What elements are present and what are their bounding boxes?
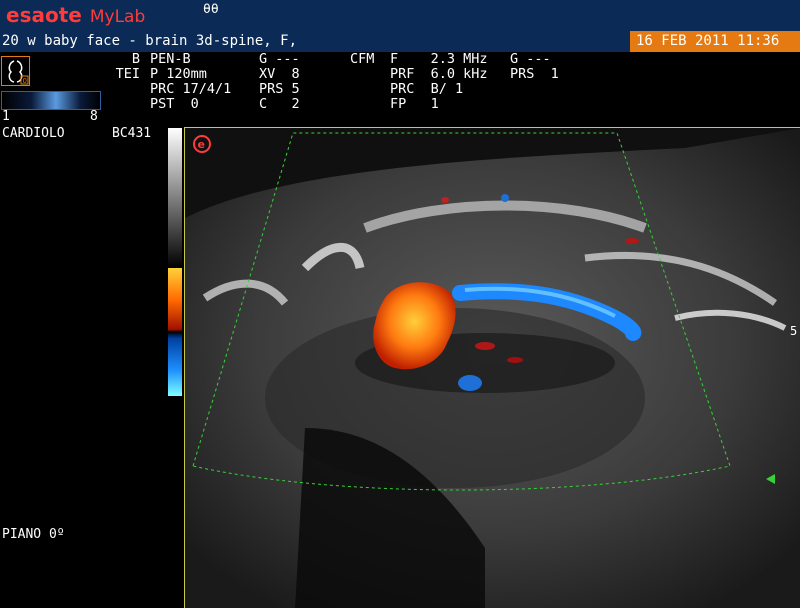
- ultrasound-scan: e: [185, 128, 800, 608]
- param: G ---: [510, 51, 551, 67]
- param: PRS 5: [259, 81, 300, 97]
- param: P 120mm: [150, 66, 207, 82]
- fetus-probe-icon: 0: [1, 56, 30, 86]
- param: PEN-B: [150, 51, 191, 67]
- scale-high: 8: [90, 109, 98, 124]
- params-col-cfm-gain: G --- PRS 1: [510, 52, 559, 82]
- param: PRC 17/4/1: [150, 81, 232, 97]
- param: PRF 6.0 kHz: [390, 66, 488, 82]
- plane-angle: PIANO 0º: [2, 527, 65, 542]
- params-col-mode: B TEI: [110, 52, 140, 82]
- param: TEI: [115, 66, 140, 82]
- probe-name: CARDIOLO: [2, 126, 65, 141]
- grayscale-bar: [168, 128, 182, 268]
- brand-logo: esaote MyLab: [6, 3, 145, 27]
- param: G ---: [259, 51, 300, 67]
- svg-text:e: e: [198, 138, 205, 151]
- ultrasound-image: e: [184, 127, 800, 608]
- probe-code: BC431: [112, 126, 152, 141]
- param: PRC B/ 1: [390, 81, 464, 97]
- params-col-b: PEN-B P 120mm PRC 17/4/1 PST 0: [150, 52, 231, 112]
- product-name: MyLab: [89, 7, 146, 27]
- doppler-color-bar: [168, 268, 182, 396]
- param: F 2.3 MHz: [390, 51, 488, 67]
- top-mark: θθ: [203, 2, 219, 17]
- params-col-cfm: CFM: [350, 52, 374, 67]
- scale-low: 1: [2, 109, 10, 124]
- param: PST 0: [150, 96, 199, 112]
- params-col-gain: G --- XV 8 PRS 5 C 2: [259, 52, 300, 112]
- date-time: 16 FEB 2011 11:36: [630, 31, 800, 52]
- param: C 2: [259, 96, 300, 112]
- params-col-cfm-values: F 2.3 MHz PRF 6.0 kHz PRC B/ 1 FP 1: [390, 52, 488, 112]
- study-title: 20 w baby face - brain 3d-spine, F,: [2, 33, 298, 49]
- svg-text:0: 0: [23, 77, 27, 85]
- color-map-bar: [1, 91, 101, 110]
- param: CFM: [350, 51, 375, 67]
- depth-mark: 5: [790, 324, 798, 338]
- param: XV 8: [259, 66, 300, 82]
- param: B: [131, 51, 140, 67]
- green-triangle-icon: [766, 474, 775, 484]
- param: PRS 1: [510, 66, 559, 82]
- param: FP 1: [390, 96, 439, 112]
- brand-name: esaote: [6, 3, 82, 27]
